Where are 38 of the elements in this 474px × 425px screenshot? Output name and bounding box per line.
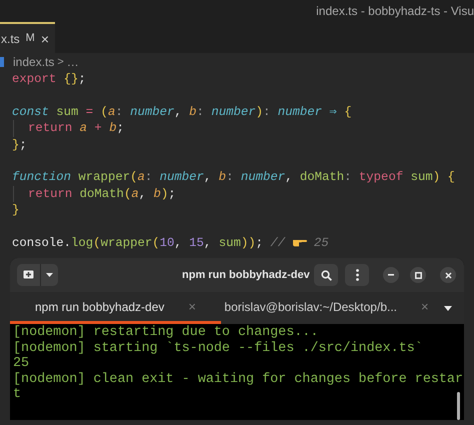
maximize-button[interactable]: [410, 267, 426, 283]
search-icon: [320, 270, 332, 280]
terminal-tab[interactable]: borislav@borislav:~/Desktop/b... ×: [221, 292, 432, 324]
code-line: console.log(wrapper(10, 15, sum)); // 25: [12, 234, 329, 252]
close-button[interactable]: [440, 267, 456, 283]
maximize-icon: [414, 272, 422, 278]
code-line: const sum = (a: number, b: number): number ⇒ {: [12, 104, 352, 120]
minimize-icon: [388, 274, 394, 276]
terminal-line: [nodemon] starting `ts-node --files ./src/index.ts`: [13, 340, 423, 356]
window-title: index.ts - bobbyhadz-ts - Visu: [316, 3, 474, 20]
code-line: function wrapper(a: number, b: number, doMath: typeof sum) {: [12, 169, 455, 186]
editor-tab[interactable]: x.ts M ×: [0, 22, 55, 53]
terminal-line: [nodemon] restarting due to changes...: [13, 325, 318, 341]
minimize-button[interactable]: [383, 267, 399, 283]
terminal-line: t: [13, 387, 22, 403]
code-line: }: [12, 202, 20, 219]
tab-close-button[interactable]: ×: [188, 296, 196, 316]
terminal-line: 25: [13, 356, 30, 372]
terminal-tab[interactable]: npm run bobbyhadz-dev ×: [10, 292, 221, 324]
new-tab-icon: [23, 270, 34, 280]
code-line: return a + b;: [28, 120, 124, 137]
scrollbar[interactable]: [457, 392, 460, 420]
tab-close-button[interactable]: ×: [421, 296, 429, 316]
breadcrumb-separator: >: [57, 54, 64, 70]
typescript-file-icon: [0, 57, 4, 67]
terminal-line: [nodemon] clean exit - waiting for changes before restar: [13, 372, 463, 388]
code-line: return doMath(a, b);: [28, 186, 176, 202]
breadcrumb-item[interactable]: …: [66, 53, 79, 71]
menu-icon: [356, 269, 358, 281]
caret-icon: [46, 273, 53, 277]
code-line: };: [12, 136, 27, 153]
close-icon: [444, 272, 452, 278]
breadcrumb-item[interactable]: index.ts: [13, 53, 54, 71]
terminal-title: npm run bobbyhadz-dev: [182, 268, 310, 283]
search-button[interactable]: [314, 264, 338, 286]
code-line: export {};: [12, 71, 86, 88]
caret-icon: [444, 306, 452, 310]
menu-button[interactable]: [345, 264, 369, 286]
